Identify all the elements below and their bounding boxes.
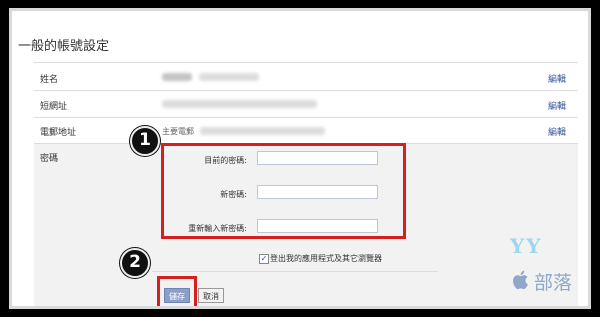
email-label: 電郵地址 xyxy=(40,128,77,138)
logout-apps-checkbox[interactable]: ✓ xyxy=(259,254,269,264)
email-value-blurred xyxy=(200,127,325,135)
current-password-input[interactable] xyxy=(257,151,378,165)
name-value-blurred-2 xyxy=(199,73,259,81)
page-title: 一般的帳號設定 xyxy=(18,39,110,54)
password-label: 密碼 xyxy=(40,154,59,164)
primary-email-label: 主要電郵 xyxy=(162,127,194,136)
name-value-blurred xyxy=(162,73,192,81)
logout-apps-label: 登出我的應用程式及其它瀏覽器 xyxy=(270,254,382,263)
settings-window: 一般的帳號設定 姓名 編輯 短網址 編輯 電郵地址 主要電郵 編輯 密碼 1 目… xyxy=(9,8,591,309)
apple-logo-icon xyxy=(513,270,528,290)
save-button[interactable]: 儲存 xyxy=(164,288,190,303)
edit-name-link[interactable]: 編輯 xyxy=(548,72,566,85)
short-url-value-blurred xyxy=(162,100,317,108)
new-password-input[interactable] xyxy=(257,185,378,199)
confirm-password-label: 重新輸入新密碼: xyxy=(188,224,247,233)
watermark-logo-text: YY xyxy=(510,234,543,258)
new-password-label: 新密碼: xyxy=(220,190,247,199)
divider xyxy=(34,62,578,63)
confirm-password-input[interactable] xyxy=(257,219,378,233)
divider xyxy=(152,271,438,272)
step-2-badge: 2 xyxy=(120,248,150,278)
watermark-text: 部落 xyxy=(534,272,573,294)
step-1-badge: 1 xyxy=(130,126,160,156)
cancel-button[interactable]: 取消 xyxy=(198,288,224,303)
name-label: 姓名 xyxy=(40,75,59,85)
edit-email-link[interactable]: 編輯 xyxy=(548,125,566,138)
divider xyxy=(34,117,578,118)
current-password-label: 目前的密碼: xyxy=(204,156,247,165)
edit-short-url-link[interactable]: 編輯 xyxy=(548,99,566,112)
divider xyxy=(34,90,578,91)
short-url-label: 短網址 xyxy=(40,102,68,112)
